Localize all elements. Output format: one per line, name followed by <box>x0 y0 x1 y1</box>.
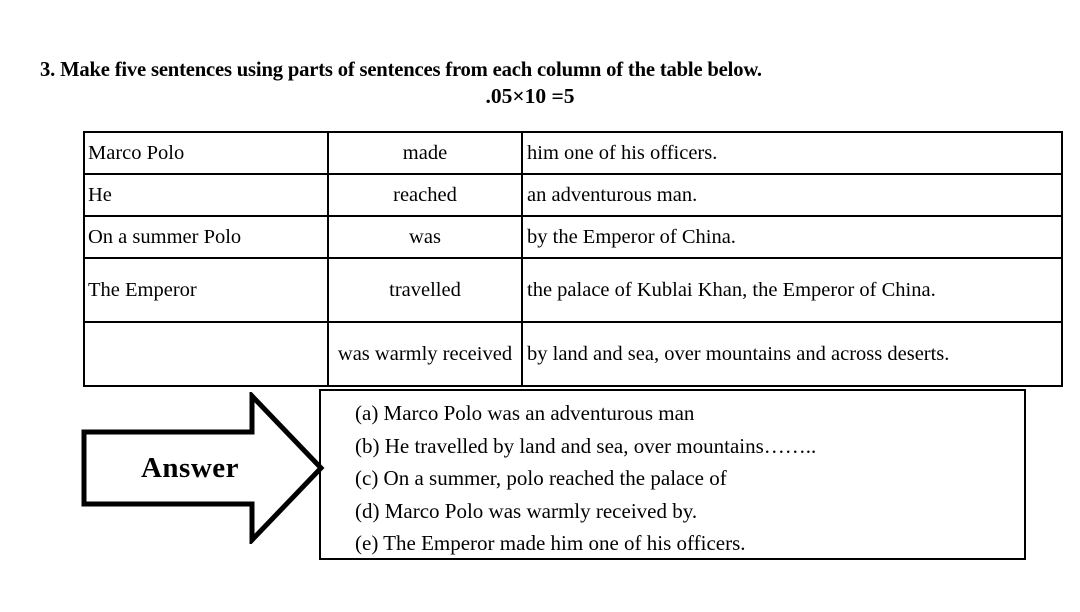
cell-subject: The Emperor <box>83 257 329 323</box>
cell-verb: reached <box>327 173 523 217</box>
table-row: The Emperor travelled the palace of Kubl… <box>83 257 1063 323</box>
table-row: was warmly received by land and sea, ove… <box>83 321 1063 387</box>
answer-line: (e) The Emperor made him one of his offi… <box>355 531 746 556</box>
sentence-parts-table: Marco Polo made him one of his officers.… <box>83 131 1063 387</box>
cell-verb: travelled <box>327 257 523 323</box>
table-row: He reached an adventurous man. <box>83 173 1063 217</box>
cell-object: by land and sea, over mountains and acro… <box>521 321 1063 387</box>
question-heading: 3. Make five sentences using parts of se… <box>40 56 1040 110</box>
answer-arrow: Answer <box>80 392 325 544</box>
cell-subject: He <box>83 173 329 217</box>
cell-subject: On a summer Polo <box>83 215 329 259</box>
cell-object: him one of his officers. <box>521 131 1063 175</box>
cell-object: an adventurous man. <box>521 173 1063 217</box>
cell-object: by the Emperor of China. <box>521 215 1063 259</box>
cell-subject: Marco Polo <box>83 131 329 175</box>
question-prompt: 3. Make five sentences using parts of se… <box>40 57 762 81</box>
answer-box: (a) Marco Polo was an adventurous man (b… <box>319 389 1026 560</box>
cell-object: the palace of Kublai Khan, the Emperor o… <box>521 257 1063 323</box>
answer-line: (b) He travelled by land and sea, over m… <box>355 433 817 458</box>
cell-verb: was <box>327 215 523 259</box>
table-row: Marco Polo made him one of his officers. <box>83 131 1063 175</box>
answer-line: (d) Marco Polo was warmly received by. <box>355 498 698 523</box>
answer-line: (a) Marco Polo was an adventurous man <box>355 401 695 425</box>
answer-arrow-label: Answer <box>140 451 240 484</box>
cell-subject <box>83 321 329 387</box>
cell-verb: was warmly received <box>327 321 523 387</box>
question-marks: .05×10 =5 <box>485 84 575 108</box>
answer-line: (c) On a summer, polo reached the palace… <box>355 466 727 491</box>
cell-verb: made <box>327 131 523 175</box>
table-row: On a summer Polo was by the Emperor of C… <box>83 215 1063 259</box>
